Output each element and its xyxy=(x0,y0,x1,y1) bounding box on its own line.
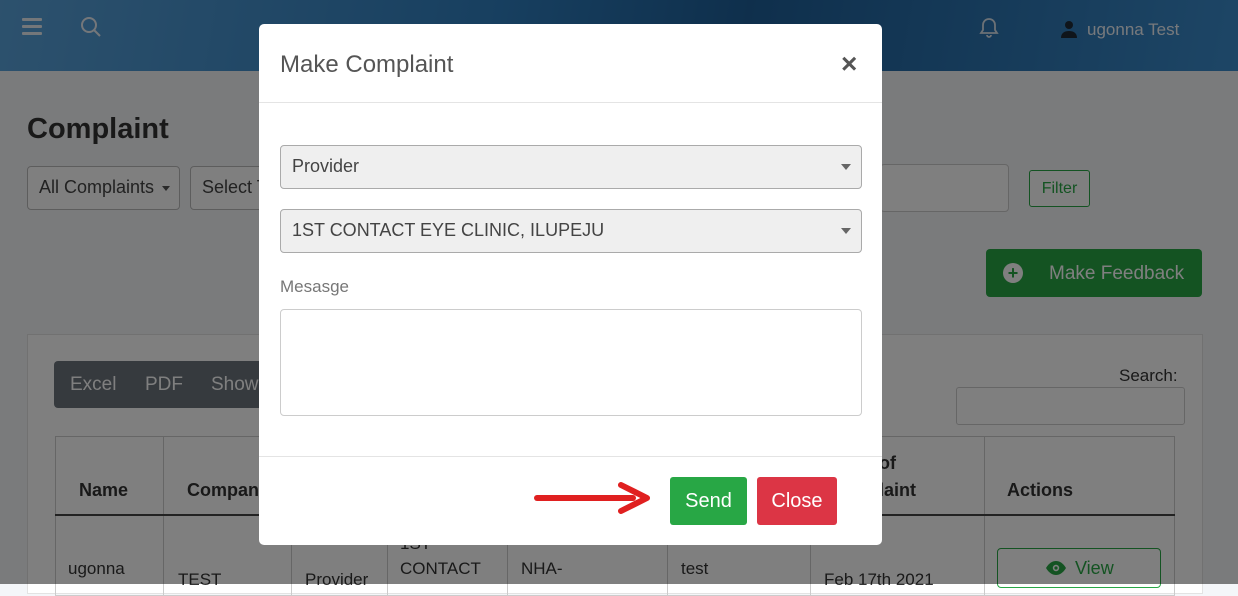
close-icon[interactable]: × xyxy=(841,48,857,80)
chevron-down-icon xyxy=(841,228,851,234)
chevron-down-icon xyxy=(841,164,851,170)
modal-title: Make Complaint xyxy=(280,51,454,78)
modal-header-divider xyxy=(259,102,882,103)
complaint-type-value: Provider xyxy=(292,156,360,176)
make-complaint-modal: Make Complaint × Provider 1ST CONTACT EY… xyxy=(259,24,882,545)
message-label: Mesasge xyxy=(280,277,349,296)
send-button[interactable]: Send xyxy=(670,477,747,525)
close-button[interactable]: Close xyxy=(757,477,837,525)
provider-select[interactable]: 1ST CONTACT EYE CLINIC, ILUPEJU xyxy=(280,209,862,253)
complaint-type-select[interactable]: Provider xyxy=(280,145,862,189)
message-textarea[interactable] xyxy=(280,309,862,416)
provider-value: 1ST CONTACT EYE CLINIC, ILUPEJU xyxy=(292,220,605,240)
modal-footer-divider xyxy=(259,456,882,457)
arrow-icon xyxy=(534,482,650,514)
